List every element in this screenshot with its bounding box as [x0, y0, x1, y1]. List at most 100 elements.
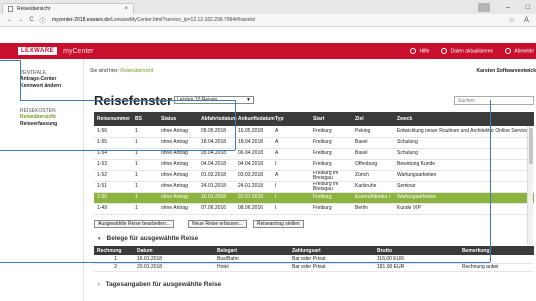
table-cell: 1-52	[94, 170, 132, 182]
col-header[interactable]: Status	[158, 112, 198, 126]
refresh-label: Daten aktualisieren	[450, 48, 494, 55]
col-header[interactable]: Ankunftsdatum	[235, 112, 275, 126]
sidebar: ZENTRALE Antrags-Center Kennwort ändern …	[0, 59, 84, 301]
sidebar-item-reiseerfassung[interactable]: Reiseerfassung	[20, 121, 83, 128]
table-cell: ohne Antrag	[158, 137, 198, 149]
daily-section-header[interactable]: › Tagesangaben für ausgewählte Reise	[98, 281, 221, 288]
back-icon[interactable]: ←	[5, 17, 14, 23]
table-cell: Basel	[352, 137, 394, 149]
receipts-table: Rechnung Datum Belegart Zahlungsart Brut…	[94, 246, 534, 272]
app-header: LEXWARE myCenter Hilfe Daten aktualisier…	[0, 43, 536, 59]
col-header[interactable]: Datum	[134, 246, 214, 255]
table-cell: Schulung	[394, 148, 534, 160]
table-cell: ohne Antrag	[158, 192, 198, 204]
browser-tab[interactable]: Reiseübersicht ×	[2, 3, 134, 14]
table-cell: ohne Antrag	[158, 159, 198, 171]
refresh-button[interactable]: Daten aktualisieren	[441, 47, 494, 55]
tab-close-icon[interactable]: ×	[124, 6, 128, 12]
breadcrumb-current[interactable]: Reiseübersicht	[120, 68, 153, 74]
table-cell: Freiburg	[310, 137, 352, 149]
table-row[interactable]: 1-55 1 ohne Antrag 18.04.2018 18.04.2018 A Fre…	[94, 137, 534, 149]
logout-label: Abmelde	[514, 48, 534, 55]
window-controls: – □	[477, 0, 530, 14]
search-input[interactable]	[454, 96, 534, 105]
browser-tabbar: Reiseübersicht × – □	[0, 0, 536, 14]
receipts-header-row: Rechnung Datum Belegart Zahlungsart Brut…	[94, 246, 534, 255]
col-header[interactable]: Typ	[272, 112, 310, 126]
table-cell: 1	[132, 181, 158, 193]
table-cell: Entwicklung neuer Routinen und Architekt…	[394, 126, 534, 138]
refresh-icon	[441, 47, 448, 54]
edit-trip-button[interactable]: Ausgewählte Reise bearbeiten...	[94, 220, 174, 228]
table-row[interactable]: 1-56 1 ohne Antrag 09.05.2018 16.05.2018 A Fre…	[94, 126, 534, 138]
callout-line	[0, 262, 490, 263]
logout-button[interactable]: Abmelde	[505, 47, 534, 55]
sidebar-item-kennwort[interactable]: Kennwort ändern	[20, 83, 83, 90]
help-button[interactable]: Hilfe	[410, 47, 429, 54]
col-header[interactable]: Zahlungsart	[289, 246, 374, 255]
table-cell: 16.01.2018	[198, 192, 235, 204]
forward-icon[interactable]: →	[16, 17, 25, 23]
address-bar: ← → C ⓘ mycenter-2018.exware.de/LexwareM…	[0, 14, 536, 27]
sidebar-item-antrags-center[interactable]: Antrags-Center	[20, 76, 83, 83]
table-cell: 24.01.2018	[235, 181, 272, 193]
col-header[interactable]: Zweck	[394, 112, 534, 126]
table-row[interactable]: 1-53 1 ohne Antrag 04.04.2018 04.04.2018 I Fre…	[94, 159, 534, 171]
table-row[interactable]: 1-49 1 ohne Antrag 07.06.2016 08.06.2016 I Fre…	[94, 203, 534, 215]
table-cell: 18.04.2018	[235, 137, 272, 149]
table-cell: Wartungsarbeiten	[394, 170, 534, 182]
trip-request-button[interactable]: Reiseantrag stellen	[252, 220, 304, 228]
col-header[interactable]: Brutto	[374, 246, 459, 255]
table-cell: ohne Antrag	[158, 181, 198, 193]
url-path: /LexwareMyCenter.html?service_ip=12.12.1…	[109, 17, 256, 23]
col-header[interactable]: Reisenummer	[94, 112, 132, 126]
callout-line	[235, 100, 236, 150]
bookmark-star-icon[interactable]: ☆	[509, 16, 515, 24]
table-cell: Offenburg	[352, 159, 394, 171]
col-header[interactable]: Ziel	[352, 112, 394, 126]
col-header[interactable]: Bemerkung	[459, 246, 534, 255]
col-header[interactable]: BS	[132, 112, 158, 126]
trips-table: Reisenummer BS Status Abfahrtsdatum Anku…	[94, 112, 534, 215]
col-header[interactable]: Rechnung	[94, 246, 134, 255]
table-cell: Freiburg	[310, 203, 352, 215]
col-header[interactable]: Belegart	[214, 246, 289, 255]
lexware-logo: LEXWARE	[18, 47, 58, 55]
table-cell: Bewirtung Kunde	[394, 159, 534, 171]
table-cell: Seminar	[394, 181, 534, 193]
receipts-section-header[interactable]: ▾ Belege für ausgewählte Reise	[98, 235, 198, 242]
reload-icon[interactable]: C	[27, 17, 36, 23]
table-cell: Freiburg	[310, 159, 352, 171]
col-header[interactable]: Abfahrtsdatum	[198, 112, 237, 126]
table-cell: 181,00 EUR	[374, 263, 459, 272]
table-cell: 04.04.2018	[235, 159, 272, 171]
table-cell: 1-50	[94, 192, 132, 204]
table-row[interactable]: 1-50 1 ohne Antrag 16.01.2018 20.01.2018 I Fre…	[94, 192, 534, 204]
maximize-icon[interactable]: □	[526, 4, 530, 11]
col-header[interactable]: Start	[310, 112, 352, 126]
main-content: Sie sind hier: Reiseübersicht Karsten So…	[90, 59, 536, 301]
profile-icon[interactable]	[477, 2, 490, 12]
table-row[interactable]: 2 20.01.2018 Hotel Bar oder Privat 181,00 EU…	[94, 263, 534, 272]
sidebar-item-reiseuebersicht[interactable]: Reiseübersicht	[20, 114, 83, 121]
receipts-heading: Belege für ausgewählte Reise	[106, 235, 199, 242]
table-row[interactable]: 1-52 1 ohne Antrag 01.03.2018 03.03.2018 A Fre…	[94, 170, 534, 182]
table-scrollbar[interactable]	[527, 126, 533, 245]
receipts-body: 1 16.01.2018 Bus/Bahn Bar oder Privat 116,00…	[94, 255, 534, 272]
table-cell: I	[272, 192, 310, 204]
table-cell: Peking	[352, 126, 394, 138]
table-cell: 1-49	[94, 203, 132, 215]
url-field[interactable]: mycenter-2018.exware.de/LexwareMyCenter.…	[52, 17, 255, 23]
table-cell: ohne Antrag	[158, 203, 198, 215]
table-cell: A	[272, 148, 310, 160]
table-cell: 03.03.2018	[235, 170, 272, 182]
minimize-icon[interactable]: –	[506, 4, 510, 11]
new-trip-button[interactable]: Neue Reise erfassen...	[188, 220, 247, 228]
table-cell: 01.03.2018	[198, 170, 235, 182]
table-cell: Freiburg	[310, 126, 352, 138]
table-row[interactable]: 1-51 1 ohne Antrag 24.01.2018 24.01.2018 I Fre…	[94, 181, 534, 193]
extension-icon[interactable]: Ａ	[523, 15, 530, 25]
table-cell: 1-53	[94, 159, 132, 171]
info-icon[interactable]: ⓘ	[38, 16, 47, 25]
scrollbar-thumb[interactable]	[529, 128, 533, 164]
